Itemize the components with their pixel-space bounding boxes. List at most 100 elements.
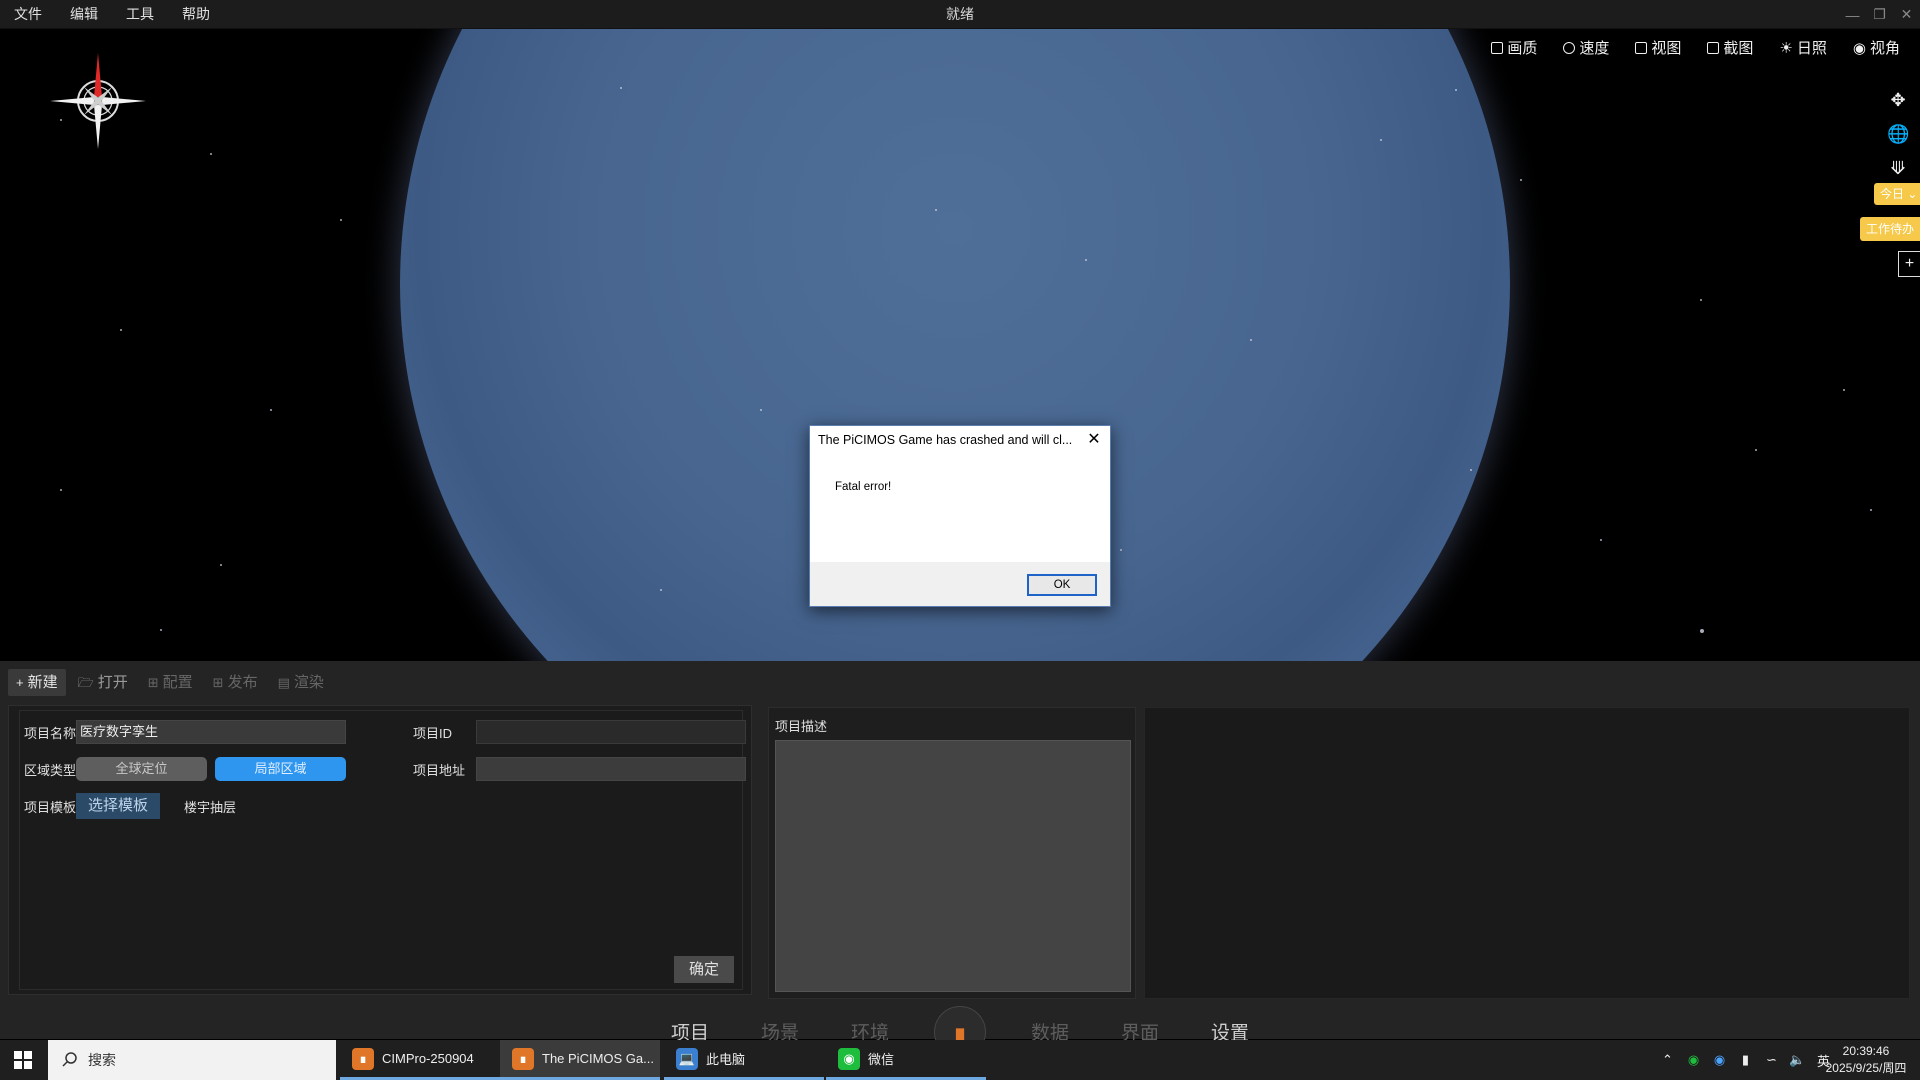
local-region-button[interactable]: 局部区域 xyxy=(215,757,346,781)
today-label: 今日 xyxy=(1880,187,1905,201)
screenshot-label: 截图 xyxy=(1723,40,1754,57)
sunlight-button[interactable]: ☀ 日照 xyxy=(1779,37,1826,58)
task-this-pc-label: 此电脑 xyxy=(706,1052,746,1067)
panel-right-area xyxy=(1144,707,1910,999)
taskbar: 搜索 ∎ CIMPro-250904 ∎ The PiCIMOS Ga... 💻… xyxy=(0,1040,1920,1080)
project-name-input[interactable]: 医疗数字孪生 xyxy=(76,720,346,744)
tab-open-label: 打开 xyxy=(97,674,128,691)
clock-time: 20:39:46 xyxy=(1842,1044,1890,1058)
clock[interactable]: 20:39:46 2025/9/25/周四 xyxy=(1818,1043,1914,1077)
tab-publish[interactable]: ⊞ 发布 xyxy=(205,669,266,696)
tab-new[interactable]: + 新建 xyxy=(8,669,66,696)
tab-render-label: 渲染 xyxy=(293,674,324,691)
axis-icon[interactable]: ⟱ xyxy=(1887,157,1909,179)
folder-icon: 🗁 xyxy=(77,675,94,690)
project-address-input[interactable] xyxy=(476,757,746,781)
render-icon: ▤ xyxy=(277,675,290,690)
select-template-button[interactable]: 选择模板 xyxy=(76,793,161,819)
search-placeholder: 搜索 xyxy=(88,1052,116,1068)
task-this-pc[interactable]: 💻 此电脑 xyxy=(664,1040,824,1080)
angle-button[interactable]: ◉ 视角 xyxy=(1853,37,1900,58)
dialog-message: Fatal error! xyxy=(835,481,892,493)
tab-new-label: 新建 xyxy=(27,674,58,691)
quality-label: 画质 xyxy=(1507,40,1538,57)
volume-icon[interactable]: 🔈 xyxy=(1789,1052,1806,1069)
publish-icon: ⊞ xyxy=(212,675,224,690)
task-picimos-label: The PiCIMOS Ga... xyxy=(542,1051,654,1066)
project-form-inner: 项目名称 医疗数字孪生 项目ID 区域类型 全球定位 局部区域 项目地址 项目模… xyxy=(19,710,746,990)
screenshot-button[interactable]: 截图 xyxy=(1707,37,1753,58)
region-label: 区域类型 xyxy=(24,763,77,778)
task-picimos-game[interactable]: ∎ The PiCIMOS Ga... xyxy=(500,1040,660,1080)
camera-icon xyxy=(1635,41,1648,54)
move-icon[interactable]: ✥ xyxy=(1887,89,1909,111)
side-tools: ✥ 🌐 ⟱ xyxy=(1884,89,1912,179)
project-id-input[interactable] xyxy=(476,720,746,744)
tab-render[interactable]: ▤ 渲染 xyxy=(270,669,332,696)
description-label: 项目描述 xyxy=(775,719,828,734)
taskbar-search[interactable]: 搜索 xyxy=(48,1040,336,1080)
battery-icon[interactable]: ▮ xyxy=(1737,1052,1754,1069)
sun-icon: ☀ xyxy=(1779,39,1793,57)
menu-help[interactable]: 帮助 xyxy=(168,0,224,29)
wechat-tray-icon[interactable]: ◉ xyxy=(1685,1052,1702,1069)
clock-date: 2025/9/25/周四 xyxy=(1825,1061,1907,1075)
globe-icon[interactable]: 🌐 xyxy=(1887,123,1909,145)
view-button[interactable]: 视图 xyxy=(1635,37,1681,58)
today-tag[interactable]: 今日 ⌄ xyxy=(1874,183,1920,205)
tab-publish-label: 发布 xyxy=(227,674,258,691)
eye-icon: ◉ xyxy=(1852,39,1866,57)
tab-config-label: 配置 xyxy=(162,674,193,691)
windows-start-icon[interactable] xyxy=(0,1040,46,1080)
dialog-close-icon[interactable]: ✕ xyxy=(1078,426,1110,454)
speedometer-icon xyxy=(1563,41,1576,54)
window-status-title: 就绪 xyxy=(946,6,974,22)
title-bar: 文件 编辑 工具 帮助 就绪 — ❐ ✕ xyxy=(0,0,1920,29)
system-tray: ⌃ ◉ ◉ ▮ ∽ 🔈 英 xyxy=(1659,1040,1832,1080)
crash-dialog: The PiCIMOS Game has crashed and will cl… xyxy=(809,425,1111,607)
task-wechat-label: 微信 xyxy=(868,1052,895,1067)
ok-button[interactable]: OK xyxy=(1027,574,1097,596)
close-icon[interactable]: ✕ xyxy=(1893,0,1920,29)
view-label: 视图 xyxy=(1651,40,1682,57)
panel-tabs: + 新建 🗁 打开 ⊞ 配置 ⊞ 发布 ▤ 渲染 xyxy=(8,669,332,696)
picimos-app-icon: ∎ xyxy=(512,1047,534,1070)
compass-icon[interactable] xyxy=(48,51,148,151)
menu-edit[interactable]: 编辑 xyxy=(56,0,112,29)
confirm-button[interactable]: 确定 xyxy=(674,956,734,983)
speed-label: 速度 xyxy=(1579,40,1610,57)
cimpro-app-icon: ∎ xyxy=(352,1047,374,1070)
window-controls: — ❐ ✕ xyxy=(1839,0,1920,29)
dialog-title: The PiCIMOS Game has crashed and will cl… xyxy=(810,426,1110,454)
menu-bar: 文件 编辑 工具 帮助 xyxy=(0,0,224,29)
tab-open[interactable]: 🗁 打开 xyxy=(70,669,136,696)
menu-file[interactable]: 文件 xyxy=(0,0,56,29)
template-value: 楼宇抽层 xyxy=(184,800,237,815)
global-region-button[interactable]: 全球定位 xyxy=(76,757,207,781)
app-tray-icon[interactable]: ◉ xyxy=(1711,1052,1728,1069)
minimize-icon[interactable]: — xyxy=(1839,0,1866,29)
screenshot-icon xyxy=(1707,41,1720,54)
sunlight-label: 日照 xyxy=(1796,40,1827,57)
computer-icon: 💻 xyxy=(676,1047,698,1070)
restore-icon[interactable]: ❐ xyxy=(1866,0,1893,29)
task-wechat[interactable]: ◉ 微信 xyxy=(826,1040,986,1080)
speed-button[interactable]: 速度 xyxy=(1563,37,1609,58)
id-label: 项目ID xyxy=(413,726,453,741)
task-cimpro[interactable]: ∎ CIMPro-250904 xyxy=(340,1040,500,1080)
menu-tools[interactable]: 工具 xyxy=(112,0,168,29)
tab-config[interactable]: ⊞ 配置 xyxy=(140,669,201,696)
angle-label: 视角 xyxy=(1869,40,1900,57)
image-icon xyxy=(1491,41,1504,54)
todo-tag[interactable]: 工作待办 xyxy=(1860,217,1920,241)
plus-icon: + xyxy=(16,675,24,690)
chevron-up-icon[interactable]: ⌃ xyxy=(1659,1052,1676,1069)
name-label: 项目名称 xyxy=(24,726,77,741)
wifi-icon[interactable]: ∽ xyxy=(1763,1052,1780,1069)
description-textarea[interactable] xyxy=(775,740,1131,992)
quality-button[interactable]: 画质 xyxy=(1491,37,1537,58)
config-icon: ⊞ xyxy=(147,675,159,690)
add-icon[interactable]: + xyxy=(1898,251,1920,277)
template-label: 项目模板 xyxy=(24,800,77,815)
description-box: 项目描述 xyxy=(768,707,1136,999)
